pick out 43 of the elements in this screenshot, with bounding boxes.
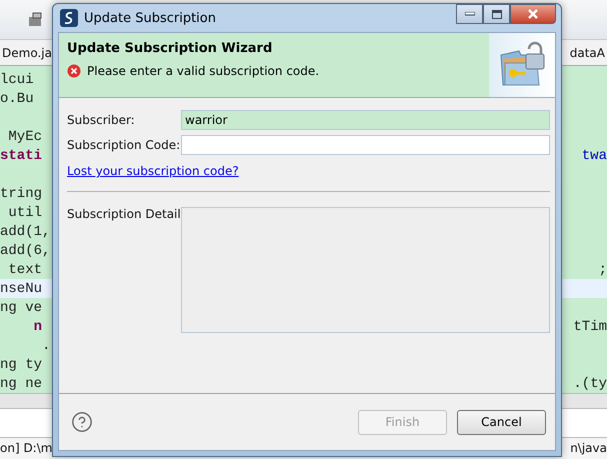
- dialog-button[interactable]: Cancel: [457, 410, 546, 434]
- error-message: Please enter a valid subscription code.: [87, 64, 320, 78]
- code-text: stati: [0, 148, 42, 164]
- code-text: util: [7, 204, 42, 221]
- field-label: Subscriber:: [67, 113, 136, 127]
- console-text: on] D:\m: [0, 441, 52, 456]
- code-text: nseNu: [0, 280, 42, 297]
- code-text: tTim: [573, 318, 607, 335]
- editor-tab[interactable]: Demo.ja: [0, 46, 54, 60]
- code-text: .(ty: [573, 376, 607, 392]
- field-label: Subscription Detail: [67, 207, 181, 221]
- field-label: Subscription Code:: [67, 138, 181, 152]
- minimize-icon: [464, 12, 474, 16]
- code-text: ng ty: [0, 356, 42, 373]
- code-text: add(6,: [0, 242, 50, 259]
- close-icon: [527, 9, 539, 19]
- help-icon[interactable]: [71, 411, 93, 433]
- code-text: lcui: [0, 72, 34, 88]
- error-icon: [67, 64, 81, 78]
- text-field[interactable]: warrior: [181, 110, 550, 130]
- code-text: o.Bu: [0, 90, 34, 107]
- minimize-button[interactable]: [456, 4, 483, 24]
- code-text: .: [41, 338, 50, 354]
- console-text: n\java: [570, 441, 607, 456]
- code-text: text: [7, 262, 42, 278]
- code-text: ng ne: [0, 376, 42, 392]
- code-text: ng ve: [0, 300, 42, 316]
- window-title: Update Subscription: [84, 10, 217, 26]
- app-logo-icon: [60, 9, 78, 27]
- code-text: MyEc: [7, 128, 42, 145]
- wizard-heading: Update Subscription Wizard: [67, 41, 274, 56]
- close-button[interactable]: [510, 4, 556, 24]
- text-field[interactable]: [181, 135, 550, 155]
- code-text: tring: [0, 186, 42, 202]
- editor-tab[interactable]: dataA: [568, 46, 607, 60]
- code-text: n: [32, 318, 42, 335]
- code-text: add(1,: [0, 224, 50, 240]
- code-text: twa: [582, 148, 607, 164]
- lost-code-link[interactable]: Lost your subscription code?: [67, 164, 239, 178]
- code-text: ;: [598, 262, 607, 278]
- maximize-button[interactable]: [483, 4, 510, 24]
- folder-icon[interactable]: [28, 12, 44, 28]
- maximize-icon: [492, 10, 502, 18]
